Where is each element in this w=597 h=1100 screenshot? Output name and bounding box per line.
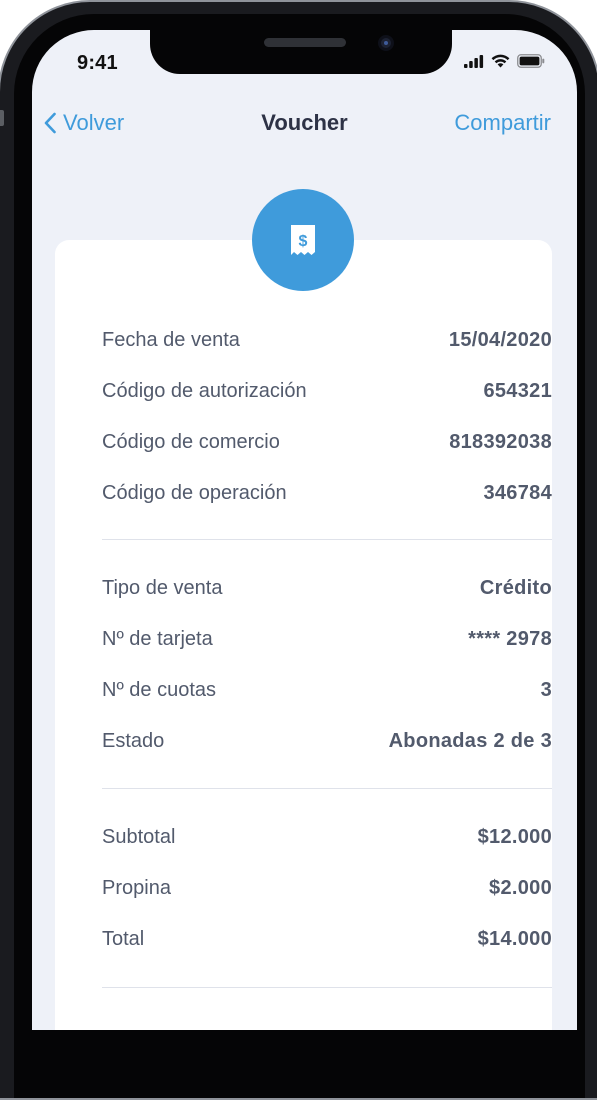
- detail-row: Código de comercio 818392038: [102, 417, 552, 468]
- detail-label: Nº de tarjeta: [102, 628, 213, 650]
- cellular-signal-icon: [464, 54, 484, 68]
- side-button: [0, 110, 4, 126]
- section-divider: [102, 987, 552, 988]
- detail-label: Fecha de venta: [102, 329, 240, 351]
- notch: [150, 30, 452, 74]
- battery-icon: [517, 54, 545, 68]
- detail-label: Estado: [102, 730, 165, 752]
- detail-row: Código de operación 346784: [102, 468, 552, 519]
- receipt-dollar-icon: $: [291, 225, 315, 255]
- voucher-card: Fecha de venta 15/04/2020 Código de auto…: [55, 240, 552, 1030]
- detail-value: Crédito: [479, 577, 552, 599]
- payment-details-section: Tipo de venta Crédito Nº de tarjeta ****…: [102, 563, 552, 767]
- speaker-grille: [264, 38, 346, 47]
- share-button[interactable]: Compartir: [454, 110, 551, 136]
- detail-row: Tipo de venta Crédito: [102, 563, 552, 614]
- detail-value: 3: [540, 679, 552, 701]
- back-label: Volver: [63, 110, 125, 135]
- total-value: $2.000: [489, 877, 552, 899]
- front-camera: [378, 35, 394, 51]
- totals-section: Subtotal $12.000 Propina $2.000 Total $1…: [102, 812, 552, 965]
- detail-row: Estado Abonadas 2 de 3: [102, 716, 552, 767]
- detail-row: Código de autorización 654321: [102, 366, 552, 417]
- detail-label: Nº de cuotas: [102, 679, 217, 701]
- detail-label: Código de operación: [102, 482, 287, 504]
- total-row: Total $14.000: [102, 914, 552, 965]
- detail-value: Abonadas 2 de 3: [388, 730, 552, 752]
- detail-row: Nº de cuotas 3: [102, 665, 552, 716]
- receipt-symbol: $: [299, 233, 308, 250]
- detail-value: 346784: [483, 482, 552, 504]
- total-value: $12.000: [477, 826, 552, 848]
- sale-details-section: Fecha de venta 15/04/2020 Código de auto…: [102, 315, 552, 519]
- status-time: 9:41: [77, 52, 118, 74]
- detail-label: Código de autorización: [102, 380, 307, 402]
- back-button[interactable]: Volver: [43, 110, 124, 136]
- detail-label: Código de comercio: [102, 431, 280, 453]
- detail-row: Nº de tarjeta **** 2978: [102, 614, 552, 665]
- section-divider: [102, 539, 552, 540]
- detail-label: Tipo de venta: [102, 577, 223, 599]
- total-row: Propina $2.000: [102, 863, 552, 914]
- detail-value: 654321: [483, 380, 552, 402]
- receipt-badge: $: [252, 189, 354, 291]
- total-value: $14.000: [477, 928, 552, 950]
- section-divider: [102, 788, 552, 789]
- total-label: Subtotal: [102, 826, 176, 848]
- total-label: Propina: [102, 877, 171, 899]
- detail-row: Fecha de venta 15/04/2020: [102, 315, 552, 366]
- wifi-icon: [491, 54, 510, 68]
- detail-value: 818392038: [449, 431, 552, 453]
- detail-value: 15/04/2020: [448, 329, 552, 351]
- detail-value: **** 2978: [468, 628, 552, 650]
- total-row: Subtotal $12.000: [102, 812, 552, 863]
- chevron-left-icon: [44, 112, 56, 134]
- total-label: Total: [102, 928, 145, 950]
- phone-screen: 9:41 Voucher Volver Compartir Fecha de v…: [32, 30, 577, 1030]
- status-icons: [464, 54, 545, 68]
- navigation-bar: Voucher Volver Compartir: [32, 110, 577, 140]
